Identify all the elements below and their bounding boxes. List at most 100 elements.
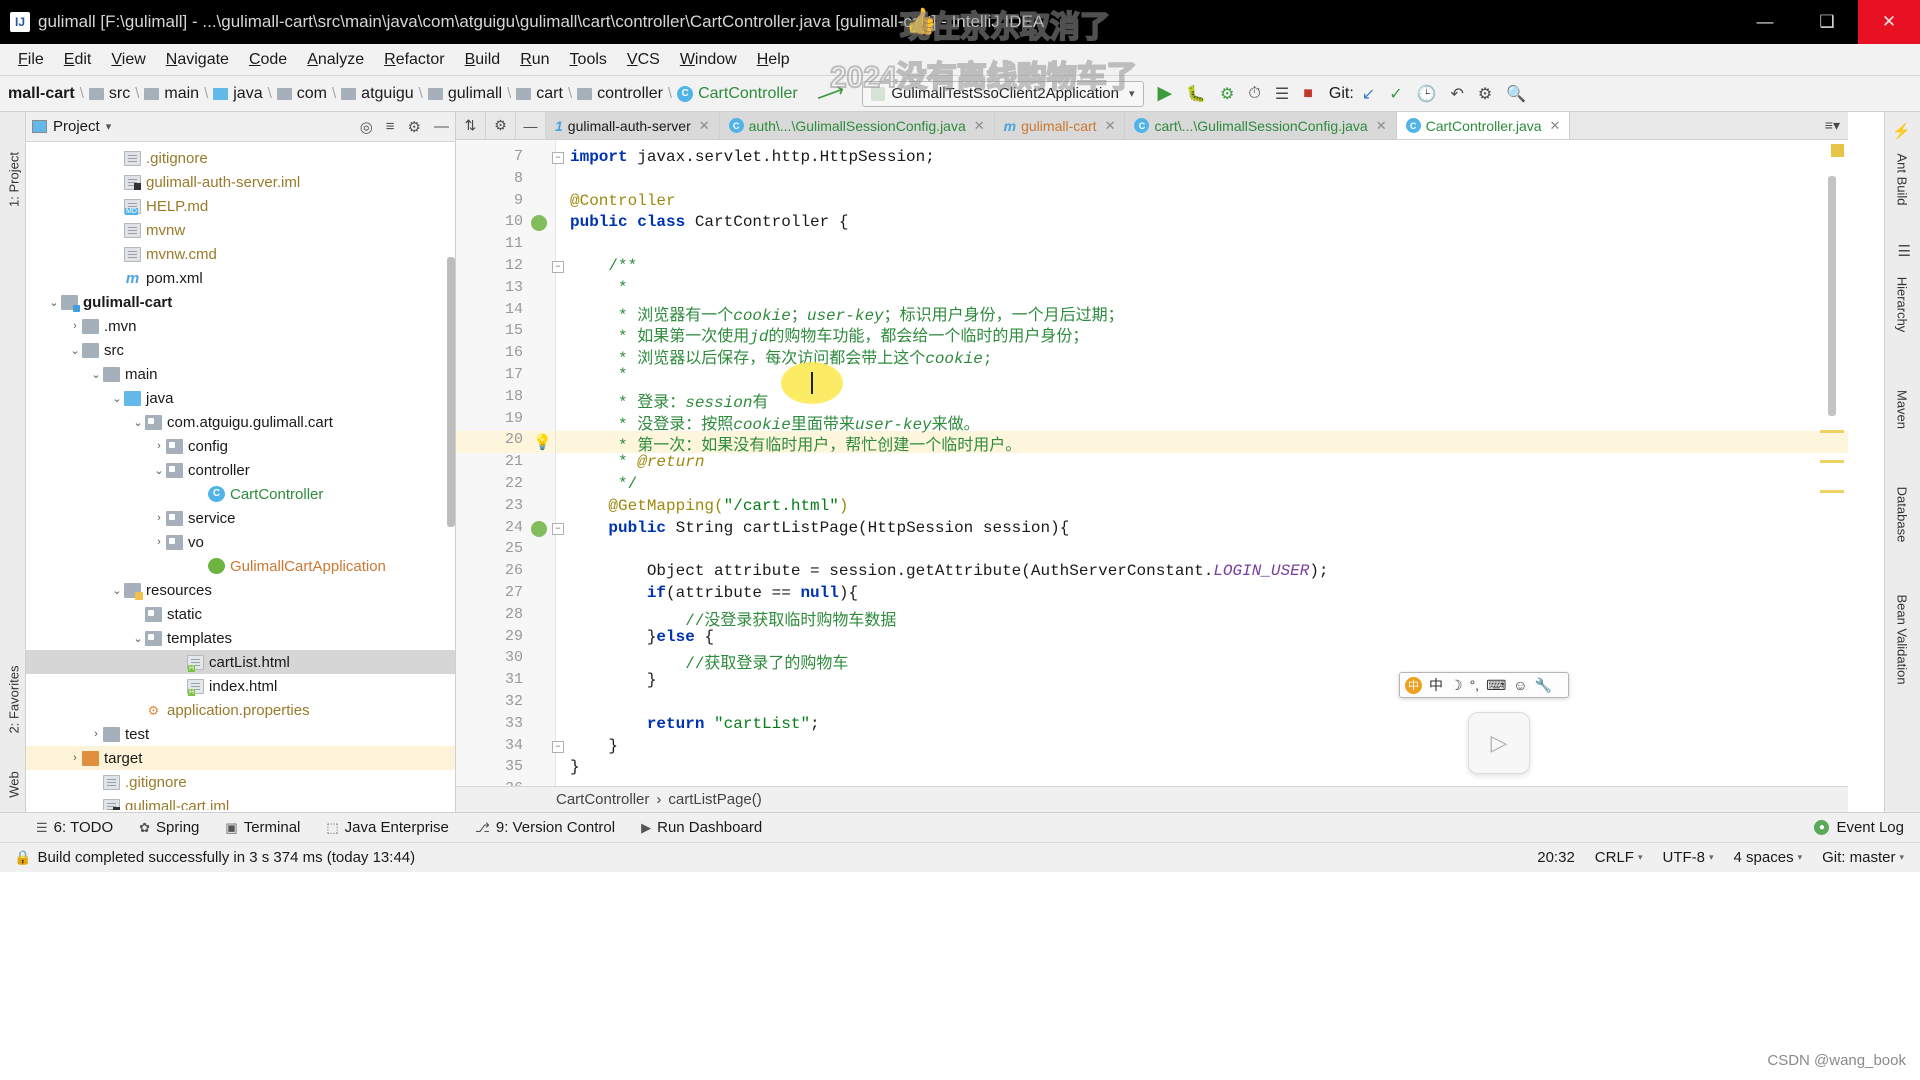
tree-node[interactable]: gulimall-auth-server.iml <box>26 170 455 194</box>
code-line[interactable]: public class CartController { <box>556 213 1848 235</box>
maximize-button[interactable]: ❑ <box>1796 0 1858 44</box>
collapse-all-icon[interactable]: ≡ <box>386 118 395 135</box>
spring-mapping-gutter-icon[interactable] <box>531 520 547 537</box>
tree-node[interactable]: .gitignore <box>26 770 455 794</box>
menu-item-code[interactable]: Code <box>239 48 297 72</box>
breadcrumb-item-main[interactable]: main <box>144 85 199 103</box>
warning-marker[interactable] <box>1820 430 1844 433</box>
tree-node[interactable]: HELP.md <box>26 194 455 218</box>
menu-item-file[interactable]: File <box>8 48 54 72</box>
code-line[interactable] <box>556 693 1848 715</box>
close-button[interactable]: ✕ <box>1858 0 1920 44</box>
code-line[interactable]: public String cartListPage(HttpSession s… <box>556 519 1848 541</box>
tree-node[interactable]: ⌄ java <box>26 386 455 410</box>
tree-node[interactable]: › vo <box>26 530 455 554</box>
code-line[interactable]: * <box>556 366 1848 388</box>
line-number[interactable]: 23 <box>456 497 555 519</box>
menu-item-edit[interactable]: Edit <box>54 48 102 72</box>
chevron-down-icon[interactable]: ⌄ <box>47 296 61 309</box>
tool-window-6-todo[interactable]: ☰ 6: TODO <box>36 819 113 836</box>
chevron-right-icon[interactable]: › <box>68 320 82 332</box>
breadcrumb-item-com[interactable]: com <box>276 85 327 103</box>
tools-icon[interactable]: 🔧 <box>1535 677 1552 694</box>
line-number[interactable]: 32 <box>456 693 555 715</box>
code-line[interactable]: * 浏览器以后保存，每次访问都会带上这个cookie; <box>556 344 1848 368</box>
settings-icon[interactable]: ⚙ <box>408 118 421 136</box>
warning-marker[interactable] <box>1820 460 1844 463</box>
code-line[interactable]: /** <box>556 257 1848 279</box>
build-icon[interactable]: ☰ <box>1275 84 1289 104</box>
indent-setting[interactable]: 4 spaces ▾ <box>1734 849 1803 866</box>
breadcrumb-item-mall-cart[interactable]: mall-cart <box>8 85 75 103</box>
sidebar-item-database[interactable]: Database <box>1895 467 1910 563</box>
line-number[interactable]: 20 💡 <box>456 431 555 454</box>
line-number[interactable]: 26 <box>456 562 555 584</box>
code-line[interactable]: //获取登录了的购物车 <box>556 649 1848 673</box>
line-number-gutter[interactable]: 7−8 9 10 11 12−13 14 15 16 17 18 19 20 💡 21 22 23 24−25 2… <box>456 140 564 786</box>
breadcrumb-method[interactable]: cartListPage() <box>668 791 761 808</box>
locate-icon[interactable]: ◎ <box>360 118 373 136</box>
tree-node[interactable]: › .mvn <box>26 314 455 338</box>
tree-node[interactable]: ⌄ com.atguigu.gulimall.cart <box>26 410 455 434</box>
line-number[interactable]: 19 <box>456 410 555 432</box>
line-separator[interactable]: CRLF ▾ <box>1595 849 1643 866</box>
debug-icon[interactable]: 🐛 <box>1186 84 1206 104</box>
tree-node[interactable]: › test <box>26 722 455 746</box>
sort-tabs-icon[interactable]: ⇅ <box>456 112 486 139</box>
breadcrumb-item-gulimall[interactable]: gulimall <box>427 85 502 103</box>
update-project-icon[interactable]: ↙ <box>1362 84 1375 104</box>
line-number[interactable]: 22 <box>456 475 555 497</box>
line-number[interactable]: 21 <box>456 453 555 475</box>
tool-window-run-dashboard[interactable]: ▶ Run Dashboard <box>641 819 762 836</box>
tree-node[interactable]: ⌄ resources <box>26 578 455 602</box>
ime-mode-label[interactable]: 中 <box>1429 675 1443 695</box>
git-branch[interactable]: Git: master ▾ <box>1822 849 1904 866</box>
sidebar-item-maven[interactable]: Maven <box>1895 362 1910 458</box>
tree-node[interactable]: GulimallCartApplication <box>26 554 455 578</box>
line-number[interactable]: 34− <box>456 737 564 759</box>
menu-item-view[interactable]: View <box>101 48 155 72</box>
file-encoding[interactable]: UTF-8 ▾ <box>1663 849 1714 866</box>
line-number[interactable]: 9 <box>456 192 555 214</box>
menu-item-help[interactable]: Help <box>747 48 800 72</box>
line-number[interactable]: 8 <box>456 170 555 192</box>
commit-icon[interactable]: ✓ <box>1389 84 1402 104</box>
tree-node[interactable]: ⚙ application.properties <box>26 698 455 722</box>
run-with-coverage-icon[interactable]: ⚙ <box>1220 84 1234 104</box>
line-number[interactable]: 13 <box>456 279 555 301</box>
tree-node[interactable]: static <box>26 602 455 626</box>
close-icon[interactable]: ✕ <box>1105 118 1116 134</box>
line-number[interactable]: 12− <box>456 257 564 279</box>
chevron-down-icon[interactable]: ⌄ <box>68 344 82 357</box>
line-number[interactable]: 36 <box>456 780 555 786</box>
menu-item-refactor[interactable]: Refactor <box>374 48 454 72</box>
ime-toolbar[interactable]: 中 中 ☽ °, ⌨ ☺ 🔧 <box>1399 672 1569 698</box>
tree-node[interactable]: index.html <box>26 674 455 698</box>
code-line[interactable]: } <box>556 671 1848 693</box>
code-line[interactable] <box>556 780 1848 786</box>
line-number[interactable]: 11 <box>456 235 555 257</box>
line-number[interactable]: 10 <box>456 213 555 235</box>
code-line[interactable]: if(attribute == null){ <box>556 584 1848 606</box>
minimize-button[interactable]: — <box>1734 0 1796 44</box>
breadcrumb-item-java[interactable]: java <box>213 85 263 103</box>
chevron-right-icon[interactable]: › <box>89 728 103 740</box>
editor-tab[interactable]: Cauth\...\GulimallSessionConfig.java ✕ <box>719 112 995 139</box>
sidebar-item-ant-build[interactable]: Ant Build <box>1895 132 1910 228</box>
line-number[interactable]: 27 <box>456 584 555 606</box>
run-icon[interactable]: ▶ <box>1158 82 1173 105</box>
code-line[interactable]: } <box>556 758 1848 780</box>
tree-node[interactable]: m pom.xml <box>26 266 455 290</box>
project-scrollbar[interactable] <box>447 257 455 527</box>
search-everywhere-icon[interactable]: 🔍 <box>1506 84 1526 104</box>
code-line[interactable]: * @return <box>556 453 1848 475</box>
tree-node[interactable]: cartList.html <box>26 650 455 674</box>
chevron-down-icon[interactable]: ⌄ <box>110 392 124 405</box>
intention-bulb-icon[interactable]: 💡 <box>533 433 552 452</box>
run-configuration-selector[interactable]: GulimallTestSsoClient2Application ▾ <box>862 80 1144 107</box>
chevron-down-icon[interactable]: ▾ <box>106 120 112 133</box>
tree-node[interactable]: C CartController <box>26 482 455 506</box>
code-line[interactable]: * 登录：session有 <box>556 388 1848 412</box>
tree-node[interactable]: mvnw <box>26 218 455 242</box>
tree-node[interactable]: gulimall-cart.iml <box>26 794 455 810</box>
